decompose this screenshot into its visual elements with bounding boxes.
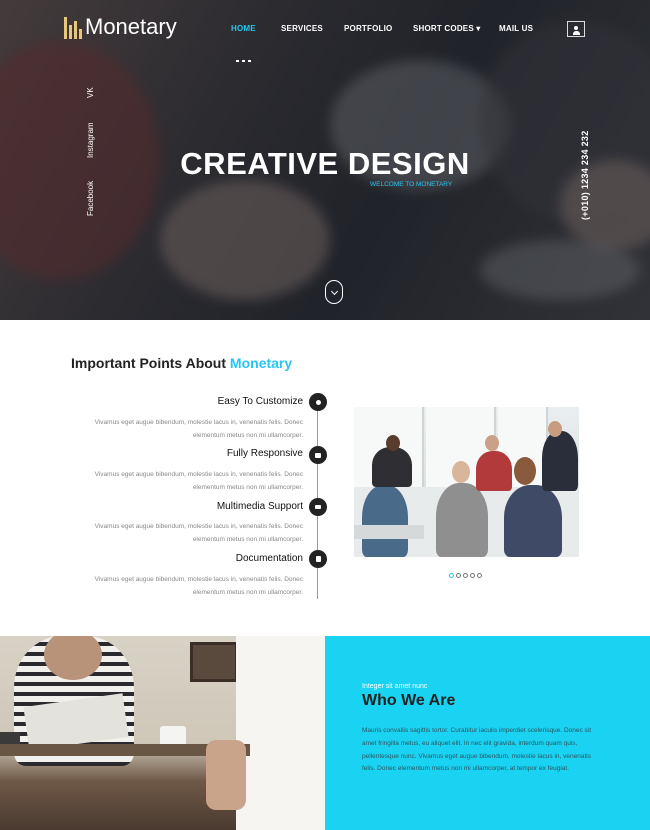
carousel-dot[interactable]	[449, 573, 454, 578]
hero-subtitle: WELCOME TO MONETARY	[370, 181, 453, 188]
user-button[interactable]	[567, 21, 585, 37]
social-vk[interactable]: VK	[86, 87, 95, 98]
carousel-dot[interactable]	[456, 573, 461, 578]
social-facebook[interactable]: Facebook	[86, 181, 95, 216]
scroll-down-button[interactable]	[325, 280, 343, 304]
user-icon	[574, 26, 578, 30]
carousel-dots	[449, 573, 482, 578]
carousel-dot[interactable]	[470, 573, 475, 578]
office-photo	[354, 407, 579, 557]
point-title: Easy To Customize	[217, 396, 303, 407]
point-desc: Vivamus eget augue bibendum, molestie la…	[94, 576, 303, 596]
points-heading-text: Important Points About	[71, 355, 227, 371]
who-title: Who We Are	[362, 692, 456, 709]
who-we-are-section: Integer sit amet nunc Who We Are Mauris …	[325, 636, 650, 830]
who-text: Mauris convallis sagittis tortor. Curabi…	[362, 727, 592, 773]
document-icon	[309, 550, 327, 568]
active-indicator	[236, 60, 251, 62]
point-desc: Vivamus eget augue bibendum, molestie la…	[94, 471, 303, 491]
points-heading-accent: Monetary	[229, 355, 293, 371]
carousel-dot[interactable]	[463, 573, 468, 578]
cafe-photo	[0, 636, 325, 830]
point-desc: Vivamus eget augue bibendum, molestie la…	[94, 419, 303, 439]
point-title: Multimedia Support	[216, 501, 303, 512]
point-title: Documentation	[235, 553, 303, 564]
point-title: Fully Responsive	[226, 448, 303, 459]
points-heading: Important Points About Monetary	[71, 355, 292, 371]
hero-banner: Monetary HOME SERVICES PORTFOLIO SHORT C…	[0, 0, 650, 320]
top-navigation: Monetary HOME SERVICES PORTFOLIO SHORT C…	[0, 0, 650, 62]
who-kicker: Integer sit amet nunc	[362, 683, 428, 690]
chevron-down-icon	[330, 287, 338, 295]
monitor-icon	[309, 446, 327, 464]
point-desc: Vivamus eget augue bibendum, molestie la…	[94, 523, 303, 543]
hero-title: CREATIVE DESIGN	[180, 146, 470, 181]
video-icon	[309, 498, 327, 516]
share-icon	[309, 393, 327, 411]
carousel-dot[interactable]	[477, 573, 482, 578]
